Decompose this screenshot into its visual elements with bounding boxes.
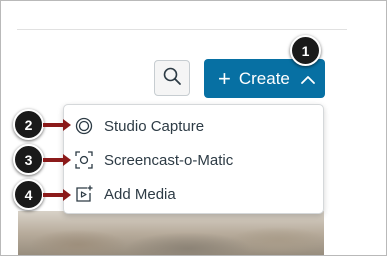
studio-capture-icon	[74, 116, 94, 136]
menu-item-screencast-o-matic[interactable]: Screencast-o-Matic	[64, 143, 323, 177]
search-button[interactable]	[154, 60, 190, 96]
chevron-up-icon	[300, 74, 316, 84]
divider	[17, 29, 347, 30]
menu-item-label: Studio Capture	[104, 117, 205, 135]
screenshot-frame: + Create Studio Capture Screencast-o-Mat…	[0, 0, 387, 256]
create-dropdown-menu: Studio Capture Screencast-o-Matic Add Me…	[63, 104, 324, 214]
menu-item-add-media[interactable]: Add Media	[64, 177, 323, 211]
callout-arrow	[43, 189, 71, 201]
create-button-label: Create	[238, 69, 290, 88]
screencast-icon	[74, 150, 94, 170]
menu-item-label: Add Media	[104, 185, 176, 203]
add-media-icon	[74, 184, 94, 204]
callout-badge-2: 2	[13, 109, 44, 140]
menu-item-studio-capture[interactable]: Studio Capture	[64, 109, 323, 143]
callout-arrow	[43, 119, 71, 131]
menu-item-label: Screencast-o-Matic	[104, 151, 234, 169]
callout-arrow	[43, 154, 71, 166]
callout-badge-4: 4	[13, 179, 44, 210]
callout-badge-3: 3	[13, 144, 44, 175]
plus-icon: +	[218, 65, 231, 91]
background-image	[18, 211, 324, 255]
callout-badge-1: 1	[290, 35, 321, 66]
search-icon	[162, 66, 182, 91]
